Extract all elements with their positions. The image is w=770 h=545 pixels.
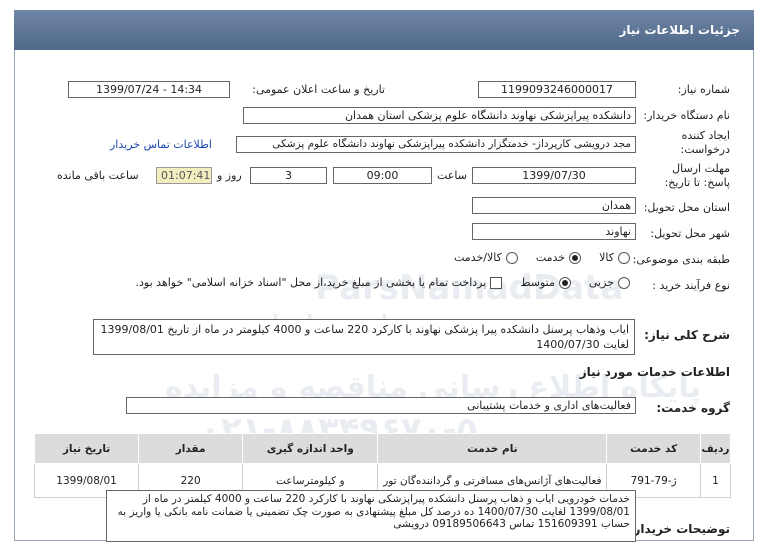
purchase-option-label: جزیی — [588, 276, 614, 289]
category-options: کالا خدمت کالا/خدمت — [454, 251, 630, 264]
category-option-goods-service[interactable]: کالا/خدمت — [454, 251, 518, 264]
buyer-contact-link[interactable]: اطلاعات تماس خریدار — [110, 138, 212, 151]
purchase-option-label: متوسط — [520, 276, 555, 289]
radio-icon[interactable] — [618, 251, 630, 264]
category-option-goods[interactable]: کالا — [599, 251, 630, 264]
treasury-payment-label: پرداخت تمام یا بخشی از مبلغ خرید،از محل … — [135, 276, 487, 289]
buyer-label: نام دستگاه خریدار: — [643, 109, 730, 122]
col-row-number: ردیف — [699, 433, 732, 464]
purchase-option-medium[interactable]: متوسط — [520, 276, 571, 289]
purchase-option-minor[interactable]: جزیی — [589, 276, 630, 289]
province-field: همدان — [472, 197, 636, 214]
deadline-time-field: 09:00 — [333, 167, 432, 184]
summary-label: شرح کلی نیاز: — [644, 328, 730, 342]
page-title: جزئیات اطلاعات نیاز — [14, 10, 754, 50]
announce-label: تاریخ و ساعت اعلان عمومی: — [252, 83, 385, 96]
creator-label: ایجاد کننده درخواست: — [680, 129, 730, 156]
creator-field: مجد درویشی کارپرداز- خدمتگزار دانشکده پی… — [236, 136, 636, 153]
buyer-field: دانشکده پیراپزشکی نهاوند دانشگاه علوم پز… — [243, 107, 636, 124]
services-section-title: اطلاعات خدمات مورد نیاز — [579, 365, 730, 379]
city-field: نهاوند — [472, 223, 636, 240]
buyer-notes-text: خدمات خودرویی ایاب و ذهاب پرسنل دانشکده … — [106, 490, 636, 542]
category-option-label: کالا — [599, 251, 614, 264]
city-label: شهر محل تحویل: — [650, 227, 730, 240]
remaining-label: ساعت باقی مانده — [57, 169, 139, 182]
category-option-label: کالا/خدمت — [454, 251, 502, 264]
purchase-type-label: نوع فرآیند خرید : — [652, 279, 730, 292]
service-group-field: فعالیت‌های اداری و خدمات پشتیبانی — [126, 397, 636, 414]
col-unit: واحد اندازه گیری — [242, 433, 379, 464]
province-label: استان محل تحویل: — [643, 201, 730, 214]
services-table: ردیف کد خدمت نام خدمت واحد اندازه گیری م… — [33, 433, 732, 498]
need-number-label: شماره نیاز: — [677, 83, 730, 96]
table-header-row: ردیف کد خدمت نام خدمت واحد اندازه گیری م… — [33, 433, 732, 464]
days-remaining-field: 3 — [250, 167, 327, 184]
radio-icon[interactable] — [505, 251, 518, 264]
days-label: روز و — [217, 169, 242, 182]
need-number-field: 1199093246000017 — [478, 81, 636, 98]
cell-row-number: 1 — [699, 463, 732, 498]
announce-field: 1399/07/24 - 14:34 — [68, 81, 230, 98]
deadline-time-label: ساعت — [437, 169, 467, 182]
service-group-label: گروه خدمت: — [656, 401, 730, 415]
treasury-payment-option[interactable]: پرداخت تمام یا بخشی از مبلغ خرید،از محل … — [136, 276, 503, 289]
col-quantity: مقدار — [138, 433, 244, 464]
buyer-notes-label: توضیحات خریدار: — [628, 522, 730, 536]
col-service-code: کد خدمت — [606, 433, 701, 464]
category-option-label: خدمت — [535, 251, 566, 264]
deadline-label: مهلت ارسال پاسخ: تا تاریخ: — [664, 162, 730, 189]
checkbox-icon[interactable] — [490, 276, 503, 289]
purchase-type-options: جزیی متوسط پرداخت تمام یا بخشی از مبلغ خ… — [136, 276, 630, 289]
category-label: طبقه بندی موضوعی: — [632, 253, 730, 266]
radio-selected-icon[interactable] — [558, 276, 571, 289]
col-service-name: نام خدمت — [377, 433, 608, 464]
deadline-date-field: 1399/07/30 — [472, 167, 636, 184]
summary-text: ایاب وذهاب پرسنل دانشکده پیرا پزشکی نهاو… — [93, 319, 635, 355]
remaining-time-field: 01:07:41 — [156, 167, 212, 184]
radio-icon[interactable] — [618, 276, 630, 289]
radio-selected-icon[interactable] — [569, 251, 582, 264]
category-option-service[interactable]: خدمت — [535, 251, 582, 264]
col-need-date: تاریخ نیاز — [33, 433, 140, 464]
